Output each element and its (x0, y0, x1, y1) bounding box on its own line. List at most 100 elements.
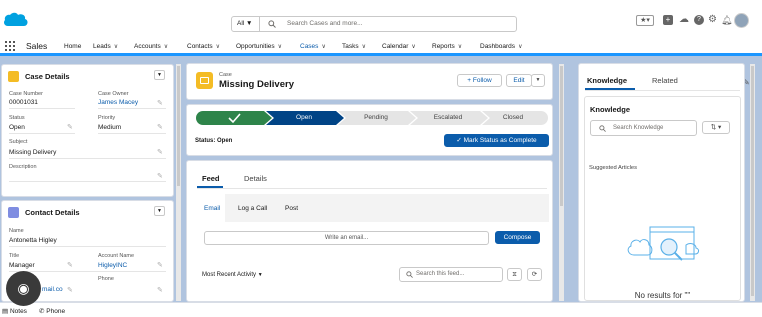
contact-title-label: Title (9, 253, 20, 259)
chevron-down-icon[interactable]: ∨ (411, 44, 415, 50)
compose-button[interactable]: Compose (495, 231, 540, 244)
edit-pencil-icon[interactable]: ✎ (157, 99, 163, 107)
write-email-input[interactable]: Write an email... (204, 231, 489, 245)
feed-sort-select[interactable]: Most Recent Activity ▼ (202, 272, 263, 278)
search-scope-select[interactable]: All ▼ (232, 17, 260, 31)
knowledge-search-placeholder: Search Knowledge (613, 125, 664, 131)
follow-button[interactable]: + Follow (457, 74, 502, 87)
nav-label: Opportunities (236, 43, 275, 50)
divider (9, 181, 166, 182)
chevron-down-icon[interactable]: ∨ (518, 44, 522, 50)
contact-details-menu-button[interactable]: ▼ (154, 206, 165, 216)
divider (9, 246, 166, 247)
chevron-down-icon[interactable]: ∨ (114, 44, 118, 50)
feed-search-placeholder: Search this feed... (416, 271, 465, 277)
avatar[interactable] (734, 13, 749, 28)
nav-item-accounts[interactable]: Accounts ∨ (134, 43, 168, 50)
search-icon (268, 20, 276, 28)
chevron-down-icon[interactable]: ∨ (458, 44, 462, 50)
case-owner-link[interactable]: James Macey (98, 99, 138, 106)
nav-item-home[interactable]: Home (64, 43, 81, 50)
gear-icon[interactable]: ⚙ (708, 15, 717, 25)
publisher-tab-post[interactable]: Post (285, 205, 298, 212)
utility-notes[interactable]: ▤ Notes (2, 307, 27, 315)
divider (9, 271, 166, 272)
contact-details-title: Contact Details (25, 208, 80, 217)
favorites-icon[interactable]: ★▾ (636, 15, 654, 26)
nav-item-opportunities[interactable]: Opportunities ∨ (236, 43, 282, 50)
utility-phone[interactable]: ✆ Phone (39, 307, 65, 315)
tab-related[interactable]: Related (652, 76, 678, 85)
chevron-down-icon: ▼ (257, 272, 263, 278)
right-scrollbar-thumb[interactable] (751, 66, 754, 296)
chevron-down-icon[interactable]: ∨ (216, 44, 220, 50)
path-stage-label: Open (296, 114, 312, 121)
nav-item-dashboards[interactable]: Dashboards ∨ (480, 43, 522, 50)
utility-bar: ▤ Notes ✆ Phone (0, 302, 762, 317)
case-record-icon (196, 72, 213, 89)
tab-details[interactable]: Details (244, 174, 267, 183)
publisher-tab-log-call[interactable]: Log a Call (238, 205, 267, 212)
nav-label: Reports (432, 43, 455, 50)
edit-pencil-icon[interactable]: ✎ (157, 123, 163, 131)
priority-value: Medium (98, 124, 122, 131)
screenshot-overlay-icon[interactable]: ◉ (6, 271, 41, 306)
bell-icon[interactable]: 🔔︎ (721, 15, 732, 25)
add-icon[interactable]: + (663, 15, 673, 25)
contact-title-value: Manager (9, 262, 35, 269)
edit-pencil-icon[interactable]: ✎ (157, 261, 163, 269)
edit-pencil-icon[interactable]: ✎ (67, 261, 73, 269)
setup-assistant-icon[interactable]: ☁ (679, 15, 689, 25)
path-stage-label: Closed (502, 114, 524, 121)
nav-label: Home (64, 43, 82, 50)
chevron-down-icon[interactable]: ∨ (278, 44, 282, 50)
edit-pencil-icon[interactable]: ✎ (157, 286, 163, 294)
chevron-down-icon[interactable]: ∨ (164, 44, 168, 50)
center-scrollbar-thumb[interactable] (560, 66, 563, 206)
chevron-down-icon[interactable]: ∨ (321, 44, 325, 50)
salesforce-logo[interactable] (3, 12, 29, 28)
feed-search-input[interactable]: Search this feed... (399, 267, 503, 282)
global-search[interactable]: All ▼ Search Cases and more... (231, 16, 517, 32)
mark-complete-button[interactable]: ✓ Mark Status as Complete (444, 134, 549, 147)
sort-menu-button[interactable]: ⇅ ▾ (702, 121, 730, 134)
no-results-text: No results for "" (634, 291, 691, 300)
contact-name-label: Name (9, 228, 24, 234)
account-name-label: Account Name (98, 253, 135, 259)
search-icon (406, 271, 413, 278)
refresh-button[interactable]: ⟳ (527, 268, 542, 281)
chevron-down-icon[interactable]: ∨ (362, 44, 366, 50)
edit-pencil-icon[interactable]: ✎ (157, 172, 163, 180)
nav-item-cases[interactable]: Cases ∨ (300, 43, 326, 50)
edit-pencil-icon[interactable]: ✎ (157, 148, 163, 156)
feed-sort-label: Most Recent Activity (202, 272, 257, 278)
contact-email-link[interactable]: mail.co (42, 286, 63, 293)
search-input[interactable]: Search Cases and more... (287, 17, 363, 31)
divider (197, 188, 547, 189)
publisher-tab-email[interactable]: Email (204, 205, 220, 212)
path-stage-complete[interactable] (196, 111, 272, 125)
more-actions-button[interactable]: ▼ (531, 74, 545, 87)
knowledge-search-input[interactable]: Search Knowledge (590, 120, 697, 136)
nav-item-contacts[interactable]: Contacts ∨ (187, 43, 220, 50)
app-launcher-icon[interactable] (5, 41, 15, 51)
tab-knowledge[interactable]: Knowledge (587, 76, 627, 85)
publisher-tabs: Email Log a Call Post (197, 194, 549, 222)
case-details-menu-button[interactable]: ▼ (154, 70, 165, 80)
filter-button[interactable]: ⧖ (507, 268, 522, 281)
left-scrollbar-thumb[interactable] (177, 66, 180, 186)
nav-item-tasks[interactable]: Tasks ∨ (342, 43, 366, 50)
edit-pencil-icon[interactable]: ✎ (67, 286, 73, 294)
tab-feed[interactable]: Feed (202, 174, 220, 183)
edit-button[interactable]: Edit (506, 74, 532, 87)
nav-item-reports[interactable]: Reports ∨ (432, 43, 462, 50)
help-icon[interactable]: ? (694, 15, 704, 25)
nav-label: Calendar (382, 43, 409, 50)
account-name-link[interactable]: HigleyINC (98, 262, 127, 269)
app-name: Sales (26, 41, 48, 51)
nav-item-calendar[interactable]: Calendar ∨ (382, 43, 416, 50)
case-icon (8, 71, 19, 82)
edit-pencil-icon[interactable]: ✎ (67, 123, 73, 131)
knowledge-title: Knowledge (590, 105, 631, 114)
nav-item-leads[interactable]: Leads ∨ (93, 43, 118, 50)
